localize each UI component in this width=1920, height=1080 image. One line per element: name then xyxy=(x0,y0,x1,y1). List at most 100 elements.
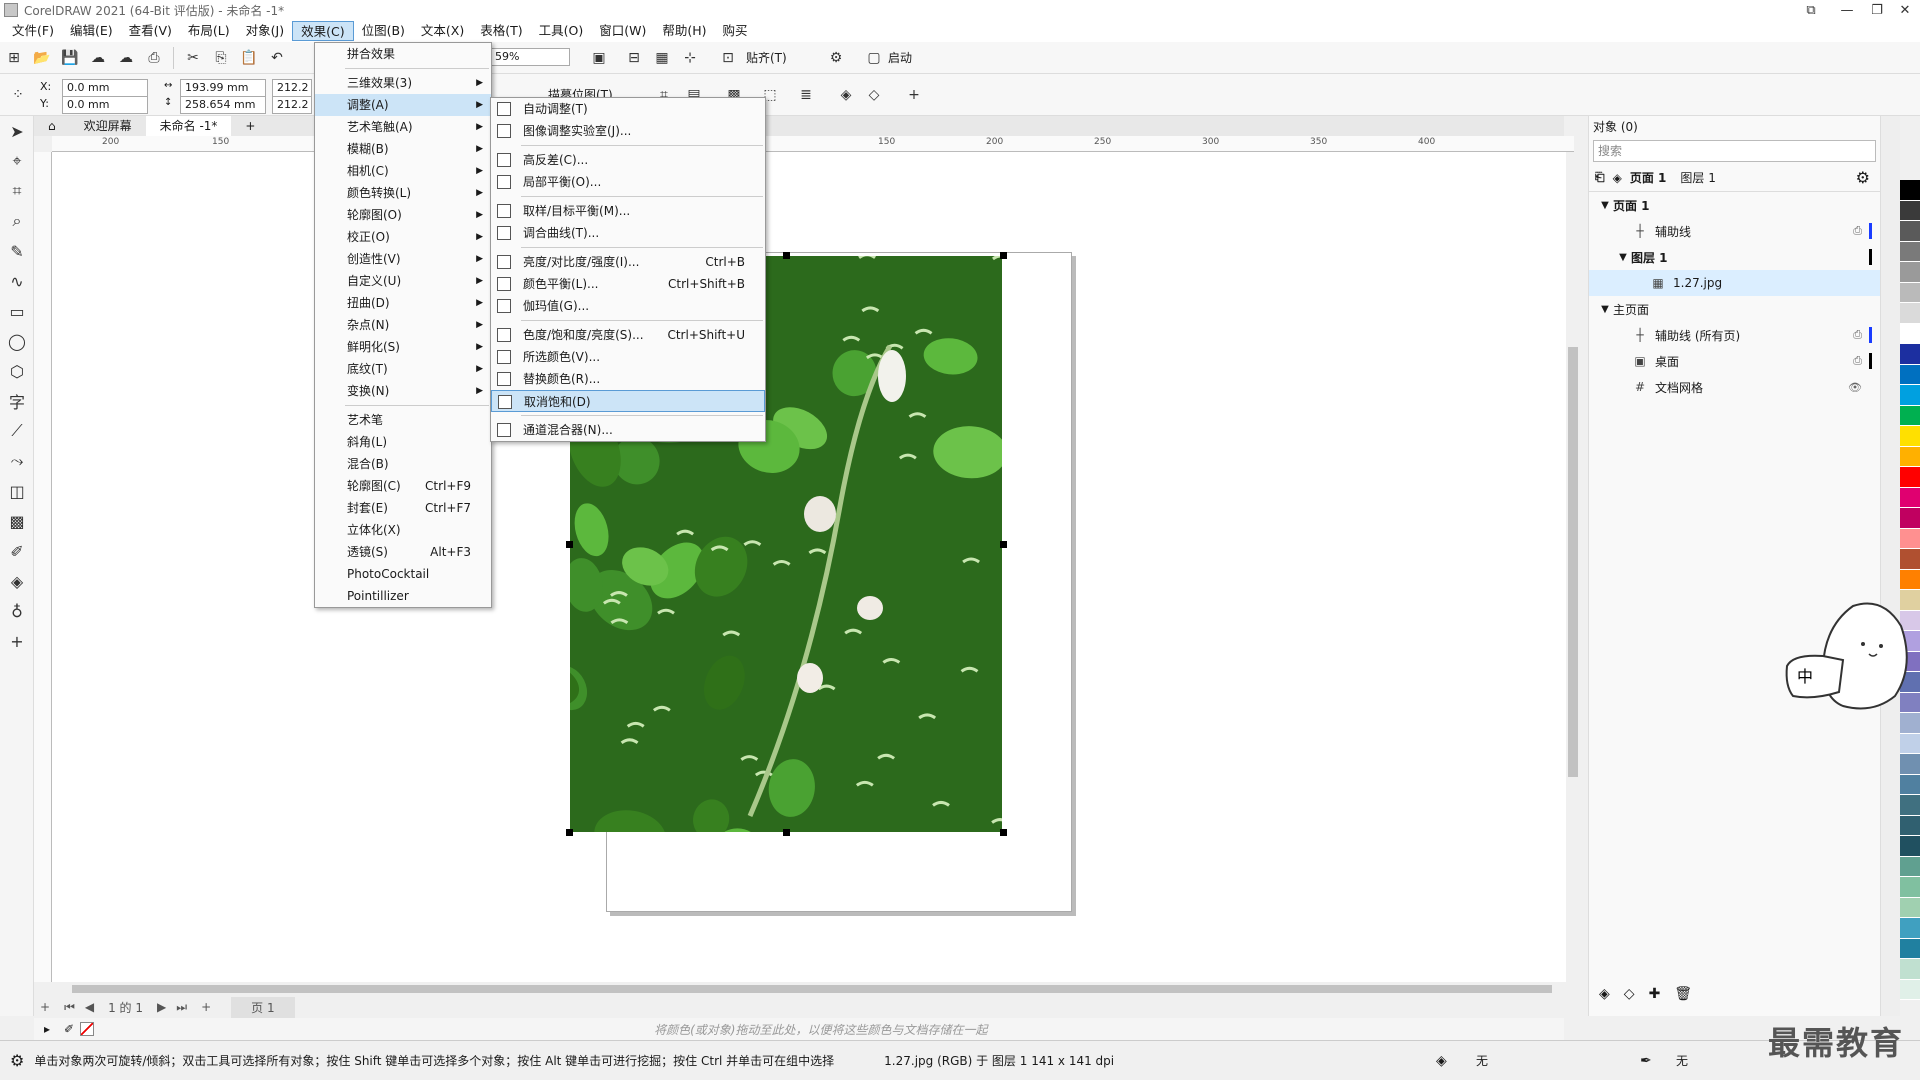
menu-item[interactable]: 色度/饱和度/亮度(S)... Ctrl+Shift+U xyxy=(491,324,765,346)
color-swatch[interactable] xyxy=(1900,323,1920,344)
print-lock-icon[interactable]: 👁 xyxy=(1848,381,1862,394)
selection-handle[interactable] xyxy=(566,541,573,548)
tab-welcome-screen[interactable]: 欢迎屏幕 xyxy=(70,116,146,136)
artistic-media-icon[interactable]: ∿ xyxy=(0,266,34,296)
menu-item[interactable]: 局部平衡(O)... xyxy=(491,171,765,193)
scale-width-field[interactable]: 212.2 xyxy=(272,79,312,97)
menu-item[interactable]: 模糊(B) ▶ xyxy=(315,138,491,160)
tree-row[interactable]: ▣ 桌面 ⎙ xyxy=(1589,348,1880,374)
dimension-tool-icon[interactable]: ⟋ xyxy=(0,416,34,446)
add-tool-icon[interactable]: + xyxy=(0,626,34,656)
menu-item[interactable]: 通道混合器(N)... xyxy=(491,419,765,441)
menu-item[interactable]: 校正(O) ▶ xyxy=(315,226,491,248)
tree-row[interactable]: ▼ 页面 1 xyxy=(1589,192,1880,218)
snap-icon[interactable]: ⊡ xyxy=(717,47,739,69)
color-swatch[interactable] xyxy=(1900,774,1920,795)
menu-item[interactable]: 混合(B) xyxy=(315,453,491,475)
options-gear-icon[interactable]: ⚙ xyxy=(825,47,847,69)
color-swatch[interactable] xyxy=(1900,282,1920,303)
menu-item[interactable]: 轮廓图(O) ▶ xyxy=(315,204,491,226)
menu-item[interactable]: 位图(B) xyxy=(354,21,413,41)
color-swatch[interactable] xyxy=(1900,180,1920,201)
save-icon[interactable]: 💾 xyxy=(59,47,81,69)
menu-item[interactable]: 取消饱和(D) xyxy=(491,390,765,412)
cloud-download-icon[interactable]: ☁ xyxy=(87,47,109,69)
color-swatch[interactable] xyxy=(1900,795,1920,816)
outline-pen-icon[interactable]: ✒ xyxy=(1640,1053,1652,1069)
docker-options-gear-icon[interactable]: ⚙ xyxy=(1856,168,1870,187)
launch-dropdown[interactable]: 启动 xyxy=(888,49,912,66)
tab-document[interactable]: 未命名 -1* xyxy=(145,116,232,136)
show-guidelines-icon[interactable]: ⊹ xyxy=(679,47,701,69)
print-lock-icon[interactable]: ⎙ xyxy=(1853,224,1862,238)
to-front-icon[interactable]: ◈ xyxy=(835,84,857,106)
color-swatch[interactable] xyxy=(1900,754,1920,775)
tree-row[interactable]: ┼ 辅助线 (所有页) ⎙ xyxy=(1589,322,1880,348)
interactive-fill-icon[interactable]: ◈ xyxy=(0,566,34,596)
smart-fill-icon[interactable]: ♁ xyxy=(0,596,34,626)
menu-item[interactable]: 帮助(H) xyxy=(654,21,714,41)
color-swatch[interactable] xyxy=(1900,364,1920,385)
color-swatch[interactable] xyxy=(1900,938,1920,959)
launch-icon[interactable]: ▢ xyxy=(863,47,885,69)
width-field[interactable]: 193.99 mm xyxy=(180,79,266,97)
delete-icon[interactable]: 🗑 xyxy=(1674,986,1692,1002)
color-swatch[interactable] xyxy=(1900,959,1920,980)
add-tab-icon[interactable]: + xyxy=(231,116,269,136)
page-view-icon[interactable]: ⎗ xyxy=(1595,170,1605,185)
height-field[interactable]: 258.654 mm xyxy=(180,96,266,114)
print-icon[interactable]: ⎙ xyxy=(143,47,165,69)
menu-item[interactable]: 文本(X) xyxy=(413,21,472,41)
shape-tool-icon[interactable]: ⌖ xyxy=(0,146,34,176)
color-swatch[interactable] xyxy=(1900,262,1920,283)
text-wrap-icon[interactable]: ≣ xyxy=(795,84,817,106)
settings-gear-icon[interactable]: ⚙ xyxy=(10,1051,24,1070)
tree-row[interactable]: ┼ 辅助线 ⎙ xyxy=(1589,218,1880,244)
last-page-icon[interactable]: ⏭ xyxy=(176,1000,187,1015)
color-swatch[interactable] xyxy=(1900,815,1920,836)
menu-item[interactable]: 图像调整实验室(J)... xyxy=(491,120,765,142)
eyedropper-small-icon[interactable]: ✐ xyxy=(64,1022,74,1036)
color-swatch[interactable] xyxy=(1900,200,1920,221)
expand-icon[interactable]: ▼ xyxy=(1615,252,1631,263)
menu-item[interactable]: 相机(C) ▶ xyxy=(315,160,491,182)
object-search-input[interactable]: 搜索 xyxy=(1593,140,1876,162)
menu-item[interactable]: 调合曲线(T)... xyxy=(491,222,765,244)
menu-item[interactable]: 自动调整(T) xyxy=(491,98,765,120)
transparency-icon[interactable]: ▩ xyxy=(0,506,34,536)
horizontal-ruler[interactable]: 200 150 150 200 250 300 350 400 xyxy=(52,136,1574,152)
connector-tool-icon[interactable]: ⤳ xyxy=(0,446,34,476)
add-object-icon[interactable]: ✚ xyxy=(1649,986,1661,1002)
expand-icon[interactable]: ▼ xyxy=(1597,304,1613,315)
add-page-after-icon[interactable]: + xyxy=(201,1000,211,1014)
minimize-button[interactable]: — xyxy=(1832,0,1862,20)
tree-row[interactable]: ▼ 主页面 xyxy=(1589,296,1880,322)
rectangle-tool-icon[interactable]: ▭ xyxy=(0,296,34,326)
eyedropper-icon[interactable]: ✐ xyxy=(0,536,34,566)
add-toolbar-icon[interactable]: + xyxy=(903,84,925,106)
menu-item[interactable]: 表格(T) xyxy=(472,21,530,41)
menu-item[interactable]: 文件(F) xyxy=(4,21,62,41)
print-lock-icon[interactable]: ⎙ xyxy=(1853,328,1862,342)
color-swatch[interactable] xyxy=(1900,241,1920,262)
menu-item[interactable]: 颜色转换(L) ▶ xyxy=(315,182,491,204)
ellipse-tool-icon[interactable]: ◯ xyxy=(0,326,34,356)
selection-handle[interactable] xyxy=(1000,829,1007,836)
menu-item[interactable]: PhotoCocktail xyxy=(315,563,491,585)
zoom-tool-icon[interactable]: ⌕ xyxy=(0,206,34,236)
menu-item[interactable]: 取样/目标平衡(M)... xyxy=(491,200,765,222)
color-swatch[interactable] xyxy=(1900,528,1920,549)
menu-item[interactable]: 高反差(C)... xyxy=(491,149,765,171)
docker-side-tabs[interactable] xyxy=(1880,116,1900,1016)
menu-item[interactable]: 所选颜色(V)... xyxy=(491,346,765,368)
menu-item[interactable]: 布局(L) xyxy=(180,21,238,41)
color-swatch[interactable] xyxy=(1900,877,1920,898)
menu-item[interactable]: 封套(E) Ctrl+F7 xyxy=(315,497,491,519)
scale-height-field[interactable]: 212.2 xyxy=(272,96,312,114)
y-position-field[interactable]: 0.0 mm xyxy=(62,96,148,114)
freehand-tool-icon[interactable]: ✎ xyxy=(0,236,34,266)
color-swatch[interactable] xyxy=(1900,344,1920,365)
selection-handle[interactable] xyxy=(566,829,573,836)
menu-item[interactable]: 工具(O) xyxy=(531,21,592,41)
color-swatch[interactable] xyxy=(1900,487,1920,508)
